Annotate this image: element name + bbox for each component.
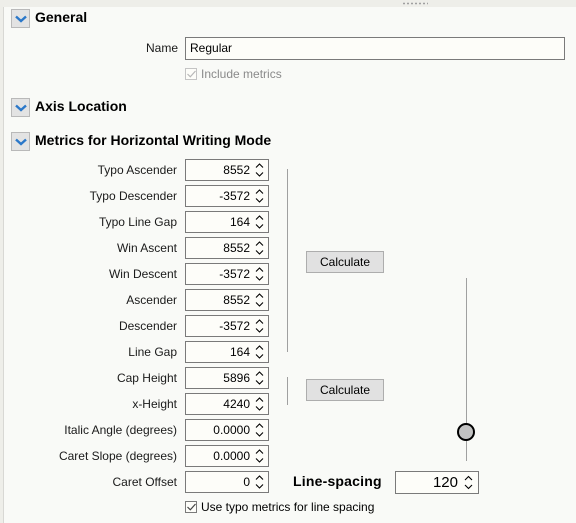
metric-value[interactable]: 8552 (223, 293, 250, 307)
metric-spinbox[interactable]: -3572 (185, 315, 269, 337)
metric-label: Typo Descender (89, 189, 177, 203)
metric-value[interactable]: 5896 (223, 371, 250, 385)
up-down-arrows-icon[interactable] (255, 293, 264, 307)
calculate-button-cap-x-height[interactable]: Calculate (306, 379, 384, 401)
section-title-axis-location: Axis Location (35, 98, 127, 114)
metric-spinbox[interactable]: 8552 (185, 159, 269, 181)
metric-label: Descender (118, 319, 177, 333)
include-metrics-label: Include metrics (201, 67, 282, 81)
section-title-general: General (35, 9, 88, 25)
general-toggle-button[interactable] (11, 9, 30, 28)
metric-value[interactable]: 0 (243, 475, 250, 489)
metric-value[interactable]: 164 (230, 215, 250, 229)
name-input[interactable]: Regular (185, 37, 565, 60)
metric-spinbox[interactable]: 0.0000 (185, 419, 269, 441)
metric-spinbox[interactable]: 5896 (185, 367, 269, 389)
chevron-down-icon (15, 104, 27, 112)
metric-value[interactable]: 164 (230, 345, 250, 359)
line-spacing-slider-handle[interactable] (457, 422, 475, 441)
metric-label: Caret Slope (degrees) (58, 449, 177, 463)
chevron-down-icon (15, 138, 27, 146)
up-down-arrows-icon[interactable] (255, 397, 264, 411)
up-down-arrows-icon[interactable] (255, 345, 264, 359)
metric-spinbox[interactable]: 8552 (185, 289, 269, 311)
line-spacing-spinbox[interactable]: 120 (395, 471, 479, 494)
metric-spinbox[interactable]: -3572 (185, 263, 269, 285)
metric-value[interactable]: -3572 (219, 189, 250, 203)
section-title-metrics: Metrics for Horizontal Writing Mode (35, 132, 272, 148)
up-down-arrows-icon[interactable] (255, 449, 264, 463)
metric-value[interactable]: -3572 (219, 319, 250, 333)
metric-spinbox[interactable]: 164 (185, 341, 269, 363)
up-down-arrows-icon[interactable] (255, 371, 264, 385)
checkmark-icon (187, 70, 196, 78)
resize-grip-icon[interactable] (402, 2, 428, 5)
use-typo-metrics-label: Use typo metrics for line spacing (201, 500, 375, 514)
calculate-button-vertical-metrics[interactable]: Calculate (306, 251, 384, 273)
up-down-arrows-icon[interactable] (255, 189, 264, 203)
metric-spinbox[interactable]: 0 (185, 471, 269, 493)
metric-label: Italic Angle (degrees) (64, 423, 177, 437)
up-down-arrows-icon[interactable] (255, 475, 264, 489)
up-down-arrows-icon[interactable] (464, 475, 473, 490)
metric-label: Line Gap (128, 345, 177, 359)
metric-label: Caret Offset (112, 475, 177, 489)
metric-label: Typo Ascender (97, 163, 177, 177)
metric-spinbox[interactable]: 4240 (185, 393, 269, 415)
metric-value[interactable]: 8552 (223, 163, 250, 177)
metric-label: Ascender (126, 293, 177, 307)
metric-spinbox[interactable]: 8552 (185, 237, 269, 259)
metric-value[interactable]: 4240 (223, 397, 250, 411)
metric-label: Win Ascent (116, 241, 177, 255)
axis-location-toggle-button[interactable] (11, 98, 30, 117)
metric-label: x-Height (132, 397, 177, 411)
line-spacing-label: Line-spacing (293, 473, 382, 489)
metric-spinbox[interactable]: -3572 (185, 185, 269, 207)
metric-spinbox[interactable]: 0.0000 (185, 445, 269, 467)
up-down-arrows-icon[interactable] (255, 163, 264, 177)
up-down-arrows-icon[interactable] (255, 267, 264, 281)
group-bracket-line (287, 377, 288, 405)
line-spacing-value[interactable]: 120 (433, 474, 458, 491)
metric-value[interactable]: -3572 (219, 267, 250, 281)
checkmark-icon (187, 503, 196, 511)
chevron-down-icon (15, 15, 27, 23)
up-down-arrows-icon[interactable] (255, 241, 264, 255)
use-typo-metrics-checkbox[interactable] (185, 501, 197, 513)
up-down-arrows-icon[interactable] (255, 215, 264, 229)
group-bracket-line (287, 169, 288, 352)
metrics-toggle-button[interactable] (11, 132, 30, 151)
panel-top-bar (0, 0, 576, 7)
up-down-arrows-icon[interactable] (255, 319, 264, 333)
panel-left-border (0, 7, 4, 523)
metric-spinbox[interactable]: 164 (185, 211, 269, 233)
metric-value[interactable]: 0.0000 (213, 449, 250, 463)
metric-value[interactable]: 0.0000 (213, 423, 250, 437)
metric-value[interactable]: 8552 (223, 241, 250, 255)
metric-label: Cap Height (116, 371, 177, 385)
include-metrics-checkbox[interactable] (185, 68, 197, 80)
name-label: Name (145, 41, 178, 55)
metric-label: Win Descent (108, 267, 177, 281)
metric-label: Typo Line Gap (98, 215, 177, 229)
up-down-arrows-icon[interactable] (255, 423, 264, 437)
